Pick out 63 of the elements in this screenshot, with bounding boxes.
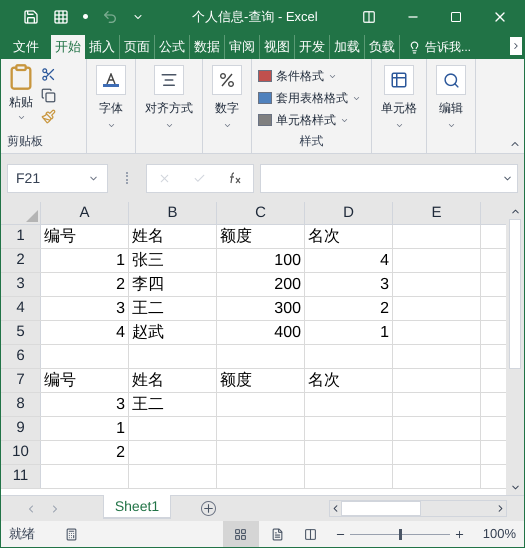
row-header[interactable]: 5	[1, 321, 41, 344]
style-menu-button[interactable]: 套用表格格式	[258, 87, 365, 109]
table-cell-text: 3	[116, 298, 125, 318]
group-label: 剪贴板	[7, 133, 44, 150]
row-header[interactable]: 3	[1, 273, 41, 296]
ribbon-tab[interactable]: 开始	[51, 35, 85, 59]
table-cell-text: 张三	[132, 250, 164, 270]
table-cell-text: 3	[380, 274, 389, 294]
table-cell-text: 100	[274, 250, 301, 270]
table-cell-text: 2	[380, 298, 389, 318]
name-box[interactable]: F21	[7, 164, 108, 192]
column-header[interactable]: B	[129, 202, 217, 224]
status-text: 就绪	[9, 525, 35, 544]
table-cell-text: 2	[116, 442, 125, 462]
table-cell-text: 4	[116, 322, 125, 342]
table-cell-text: 1	[116, 418, 125, 438]
table-cell-text: 1	[380, 322, 389, 342]
ribbon-button[interactable]: 字体	[92, 61, 130, 130]
row-header[interactable]: 9	[1, 417, 41, 440]
row-header[interactable]: 11	[1, 465, 41, 488]
table-cell-text: 编号	[44, 226, 76, 246]
column-header[interactable]: E	[393, 202, 481, 224]
table-cell-text: 200	[274, 274, 301, 294]
column-header[interactable]: A	[41, 202, 129, 224]
column-header[interactable]: D	[305, 202, 393, 224]
table-cell-text: 2	[116, 274, 125, 294]
ribbon-button[interactable]: 单元格	[377, 61, 421, 130]
row-header[interactable]: 1	[1, 225, 41, 248]
table-cell-text: 400	[274, 322, 301, 342]
column-header[interactable]: C	[217, 202, 305, 224]
ribbon-button[interactable]: 数字	[208, 61, 246, 130]
row-header[interactable]: 4	[1, 297, 41, 320]
paste-button[interactable]: 粘贴	[7, 63, 35, 124]
group-label: 样式	[300, 133, 324, 150]
table-cell-text: 名次	[308, 226, 340, 246]
table-cell-text: 王二	[132, 394, 164, 414]
table-cell-text: 姓名	[132, 370, 164, 390]
table-cell-text: 1	[116, 250, 125, 270]
table-cell-text: 4	[380, 250, 389, 270]
tell-me-field[interactable]: 告诉我...	[425, 38, 472, 56]
table-cell-text: 300	[274, 298, 301, 318]
style-menu-button[interactable]: 条件格式	[258, 65, 365, 87]
window-title: 个人信息-查询 - Excel	[192, 8, 318, 26]
table-cell-text: 姓名	[132, 226, 164, 246]
row-header[interactable]: 8	[1, 393, 41, 416]
row-header[interactable]: 10	[1, 441, 41, 464]
table-cell-text: 名次	[308, 370, 340, 390]
table-cell-text: 额度	[220, 226, 252, 246]
table-cell-text: 额度	[220, 370, 252, 390]
table-cell-text: 编号	[44, 370, 76, 390]
row-header[interactable]: 7	[1, 369, 41, 392]
table-cell-text: 王二	[132, 298, 164, 318]
table-cell-text: 李四	[132, 274, 164, 294]
ribbon-button[interactable]: 对齐方式	[141, 61, 197, 130]
ribbon-button[interactable]: 编辑	[432, 61, 470, 130]
row-header[interactable]: 6	[1, 345, 41, 368]
table-cell-text: 赵武	[132, 322, 164, 342]
table-cell-text: 3	[116, 394, 125, 414]
ribbon-tab[interactable]: 文件	[9, 35, 43, 59]
style-menu-button[interactable]: 单元格样式	[258, 109, 365, 131]
zoom-level[interactable]: 100%	[482, 524, 516, 544]
row-header[interactable]: 2	[1, 249, 41, 272]
sheet-tab[interactable]: Sheet1	[103, 495, 171, 519]
